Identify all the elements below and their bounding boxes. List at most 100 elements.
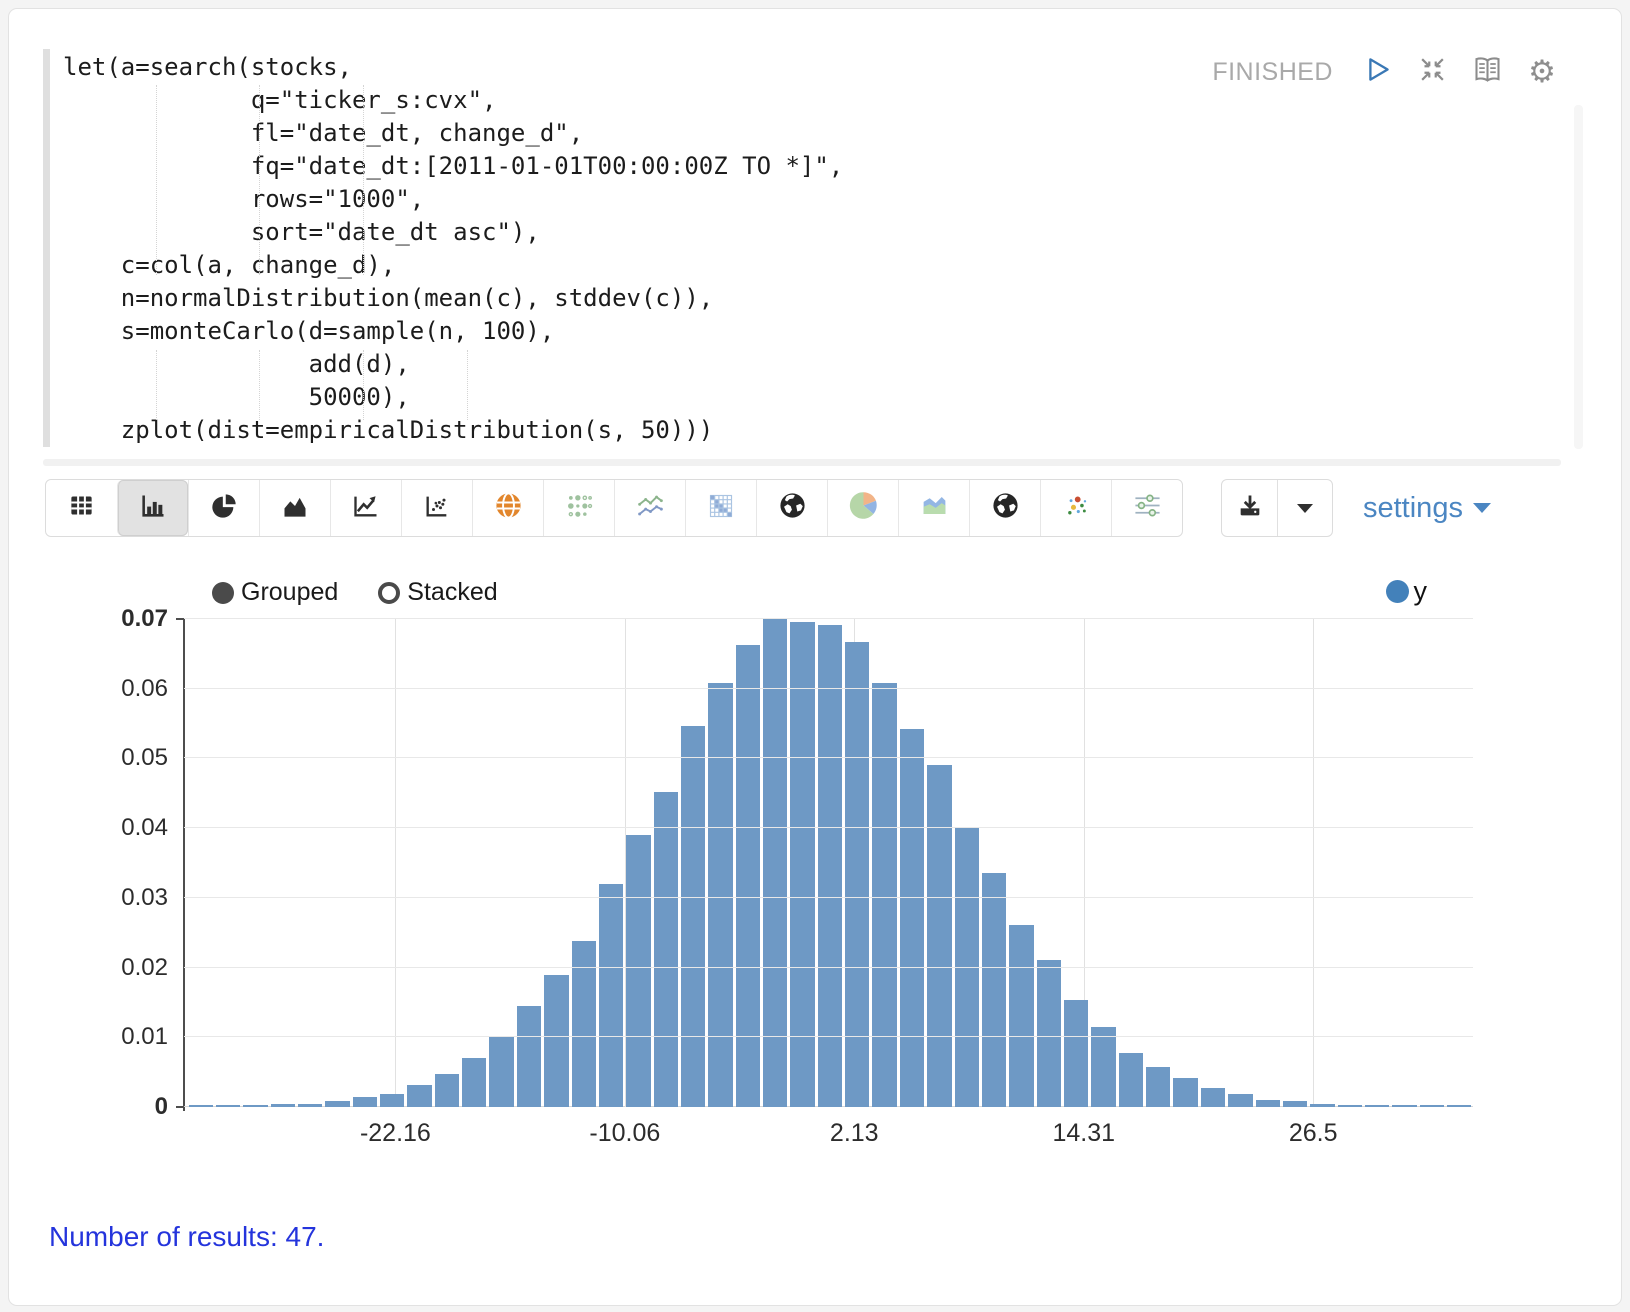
histogram-bar bbox=[1009, 925, 1033, 1107]
legend-item-y[interactable]: y bbox=[1386, 576, 1428, 607]
visualization-toolbar: settings bbox=[45, 479, 1581, 537]
chart-type-heatmap-button[interactable] bbox=[685, 480, 756, 536]
y-gridline bbox=[184, 1036, 1473, 1037]
caret-down-icon bbox=[1473, 503, 1491, 513]
stacked-label: Stacked bbox=[407, 578, 497, 607]
chart-type-table-button[interactable] bbox=[46, 480, 117, 536]
histogram-bar bbox=[1037, 960, 1061, 1107]
histogram-bar bbox=[216, 1105, 240, 1107]
book-button[interactable] bbox=[1470, 55, 1504, 89]
histogram-bar bbox=[544, 975, 568, 1107]
legend-label: y bbox=[1414, 576, 1428, 607]
globe-dark-icon bbox=[991, 491, 1020, 525]
histogram-bar bbox=[189, 1105, 213, 1107]
collapse-button[interactable] bbox=[1415, 55, 1449, 89]
histogram-bar bbox=[1091, 1027, 1115, 1107]
chart-type-scatter-colored-button[interactable] bbox=[1040, 480, 1111, 536]
chart-type-line-button[interactable] bbox=[330, 480, 401, 536]
chart-type-multiline-button[interactable] bbox=[614, 480, 685, 536]
book-icon bbox=[1471, 53, 1504, 91]
chart-type-pie-button[interactable] bbox=[188, 480, 259, 536]
chart-type-pie-colored-button[interactable] bbox=[827, 480, 898, 536]
y-axis-tick-label: 0.02 bbox=[121, 954, 168, 982]
histogram-bar bbox=[243, 1105, 267, 1107]
stacked-radio[interactable]: Stacked bbox=[378, 578, 497, 607]
histogram-bar bbox=[489, 1037, 513, 1107]
chart-type-scatter-button[interactable] bbox=[401, 480, 472, 536]
editor-horizontal-scrollbar[interactable] bbox=[43, 459, 1561, 466]
download-button[interactable] bbox=[1222, 480, 1277, 536]
heatmap-icon bbox=[707, 492, 735, 525]
chart-type-area-button[interactable] bbox=[259, 480, 330, 536]
pie-chart-icon bbox=[210, 492, 238, 525]
chart-type-map-button[interactable] bbox=[472, 480, 543, 536]
settings-link[interactable]: settings bbox=[1363, 492, 1491, 525]
download-caret-button[interactable] bbox=[1277, 480, 1332, 536]
run-button[interactable] bbox=[1360, 55, 1394, 89]
histogram-bar bbox=[1201, 1088, 1225, 1107]
y-axis-tick-label: 0.01 bbox=[121, 1023, 168, 1051]
grouped-label: Grouped bbox=[241, 578, 338, 607]
code-editor[interactable]: let(a=search(stocks, q="ticker_s:cvx", f… bbox=[9, 9, 1621, 463]
pie-colored-icon bbox=[849, 491, 878, 525]
x-axis-tick-label: -22.16 bbox=[360, 1119, 431, 1148]
histogram-bar bbox=[1392, 1105, 1416, 1107]
histogram-bar bbox=[517, 1006, 541, 1107]
histogram-bar bbox=[462, 1058, 486, 1107]
chart-type-sliders-button[interactable] bbox=[1111, 480, 1182, 536]
histogram-bar bbox=[955, 828, 979, 1107]
y-axis-tick bbox=[176, 1106, 184, 1108]
histogram-bar bbox=[708, 683, 732, 1107]
caret-down-icon bbox=[1297, 504, 1313, 513]
histogram-bar bbox=[654, 792, 678, 1107]
histogram-bar bbox=[1447, 1105, 1471, 1107]
chart-type-geomap2-button[interactable] bbox=[969, 480, 1040, 536]
chart-section: Grouped Stacked y 00.010.020.030.040.050… bbox=[9, 563, 1621, 1157]
histogram-bar bbox=[1256, 1100, 1280, 1107]
gear-icon: ⚙ bbox=[1528, 57, 1556, 88]
play-icon bbox=[1362, 54, 1393, 90]
y-gridline bbox=[184, 757, 1473, 758]
collapse-icon bbox=[1417, 54, 1448, 90]
gear-button[interactable]: ⚙ bbox=[1525, 55, 1559, 89]
y-axis-tick-label: 0.05 bbox=[121, 744, 168, 772]
histogram-bar bbox=[380, 1094, 404, 1107]
y-axis-tick bbox=[176, 618, 184, 620]
histogram-bar bbox=[763, 619, 787, 1107]
histogram-bar bbox=[599, 884, 623, 1107]
chart-type-buttons bbox=[45, 479, 1183, 537]
x-axis-tick-label: 26.5 bbox=[1289, 1119, 1338, 1148]
indent-guide bbox=[363, 85, 364, 275]
chart-type-area-colored-button[interactable] bbox=[898, 480, 969, 536]
chart-type-bar-button[interactable] bbox=[117, 480, 188, 536]
results-count: Number of results: 47. bbox=[49, 1221, 1621, 1253]
histogram-bar bbox=[1173, 1078, 1197, 1107]
code-text[interactable]: let(a=search(stocks, q="ticker_s:cvx", f… bbox=[63, 51, 1581, 447]
bar-mode-radios: Grouped Stacked bbox=[212, 578, 498, 607]
grouped-radio[interactable]: Grouped bbox=[212, 578, 338, 607]
indent-guide bbox=[156, 85, 157, 275]
radio-selected-icon bbox=[212, 582, 234, 604]
chart-type-geomap-button[interactable] bbox=[756, 480, 827, 536]
indent-guide bbox=[156, 350, 157, 420]
settings-label: settings bbox=[1363, 492, 1463, 525]
histogram-bar bbox=[353, 1097, 377, 1107]
chart-type-bubble-button[interactable] bbox=[543, 480, 614, 536]
y-gridline bbox=[184, 618, 1473, 619]
histogram-bar bbox=[325, 1101, 349, 1107]
histogram-bar bbox=[271, 1104, 295, 1107]
download-icon bbox=[1236, 492, 1264, 525]
y-gridline bbox=[184, 827, 1473, 828]
histogram-bar bbox=[900, 729, 924, 1107]
globe-orange-icon bbox=[494, 491, 523, 525]
histogram-bar bbox=[1420, 1105, 1444, 1107]
paragraph-controls: FINISHED bbox=[1212, 55, 1559, 89]
editor-vertical-scrollbar[interactable] bbox=[1574, 105, 1583, 449]
table-icon bbox=[68, 492, 95, 524]
y-axis-tick-label: 0.06 bbox=[121, 675, 168, 703]
plot-wrapper: 00.010.020.030.040.050.060.07 bbox=[184, 619, 1473, 1107]
indent-guide bbox=[259, 350, 260, 420]
area-colored-icon bbox=[920, 491, 949, 525]
histogram-bar bbox=[736, 645, 760, 1107]
histogram-bar bbox=[435, 1074, 459, 1107]
